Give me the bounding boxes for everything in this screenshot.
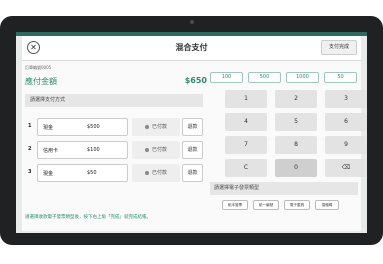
keypad-key-8[interactable]: 8 [275,136,317,154]
keypad-key-6[interactable]: 6 [325,113,367,131]
payment-row: 2 信用卡 $100 已付款 退款 [25,141,203,159]
footer-instruction: 請選擇收款電子發票類型後，按下右上角「完成」就完成結帳。 [25,215,151,220]
payment-amount: $100 [87,147,100,153]
keypad-key-1[interactable]: 1 [225,90,267,108]
keypad-clear-key[interactable]: C [225,159,267,177]
mixed-payment-dialog: 混合支付 ✕ 支付完成 訂單編號0005 應付金額 $650 請選擇支付方式 1… [22,36,367,231]
backspace-icon[interactable]: ⌫ [325,159,367,177]
paid-status-badge: 已付款 [132,164,180,182]
keypad-key-9[interactable]: 9 [325,136,367,154]
einvoice-option-carrier[interactable]: 電子載具 [284,200,310,210]
status-dot-icon [144,124,149,129]
payment-row-index: 3 [28,169,32,175]
payment-amount: $500 [87,124,100,130]
dialog-header: 混合支付 ✕ 支付完成 [22,36,361,61]
einvoice-option-tax-id[interactable]: 統一編號 [253,200,279,210]
payment-method-section-header: 請選擇支付方式 [25,94,203,107]
close-icon[interactable]: ✕ [27,41,40,54]
payment-row-field[interactable]: 現金 $50 [37,164,128,182]
keypad-key-0[interactable]: 0 [275,159,317,177]
payment-method: 現金 [43,171,54,177]
payment-complete-button[interactable]: 支付完成 [321,40,357,55]
refund-button[interactable]: 退款 [182,141,203,159]
tablet-screen: 混合支付 ✕ 支付完成 訂單編號0005 應付金額 $650 請選擇支付方式 1… [16,32,367,233]
keypad-key-3[interactable]: 3 [325,90,367,108]
keypad-key-2[interactable]: 2 [275,90,317,108]
payment-method: 信用卡 [43,148,59,154]
camera-dot [190,20,194,24]
payment-row-field[interactable]: 現金 $500 [37,118,128,136]
payment-row-index: 2 [28,146,32,152]
payment-row-index: 1 [28,123,32,129]
payment-amount: $50 [87,170,97,176]
einvoice-option-paper[interactable]: 紙本發票 [222,200,248,210]
dialog-title: 混合支付 [175,43,208,52]
keypad-key-7[interactable]: 7 [225,136,267,154]
payment-row: 1 現金 $500 已付款 退款 [25,118,203,136]
amount-due-label: 應付金額 [25,77,57,86]
einvoice-section-header: 請選擇電子發票類型 [210,182,358,195]
amount-due-value: $650 [184,76,207,85]
paid-status-badge: 已付款 [132,141,180,159]
quick-amount-button[interactable]: 50 [324,72,357,83]
paid-status-badge: 已付款 [132,118,180,136]
payment-row: 3 現金 $50 已付款 退款 [25,164,203,182]
order-number: 訂單編號0005 [25,65,52,70]
status-dot-icon [144,170,149,175]
payment-row-field[interactable]: 信用卡 $100 [37,141,128,159]
einvoice-option-donation[interactable]: 捐贈碼 [315,200,339,210]
quick-amount-button[interactable]: 1000 [286,72,319,83]
keypad-key-4[interactable]: 4 [225,113,267,131]
quick-amount-button[interactable]: 100 [210,72,243,83]
keypad-key-5[interactable]: 5 [275,113,317,131]
status-dot-icon [144,147,149,152]
payment-method: 現金 [43,125,54,131]
quick-amount-button[interactable]: 500 [248,72,281,83]
refund-button[interactable]: 退款 [182,164,203,182]
refund-button[interactable]: 退款 [182,118,203,136]
